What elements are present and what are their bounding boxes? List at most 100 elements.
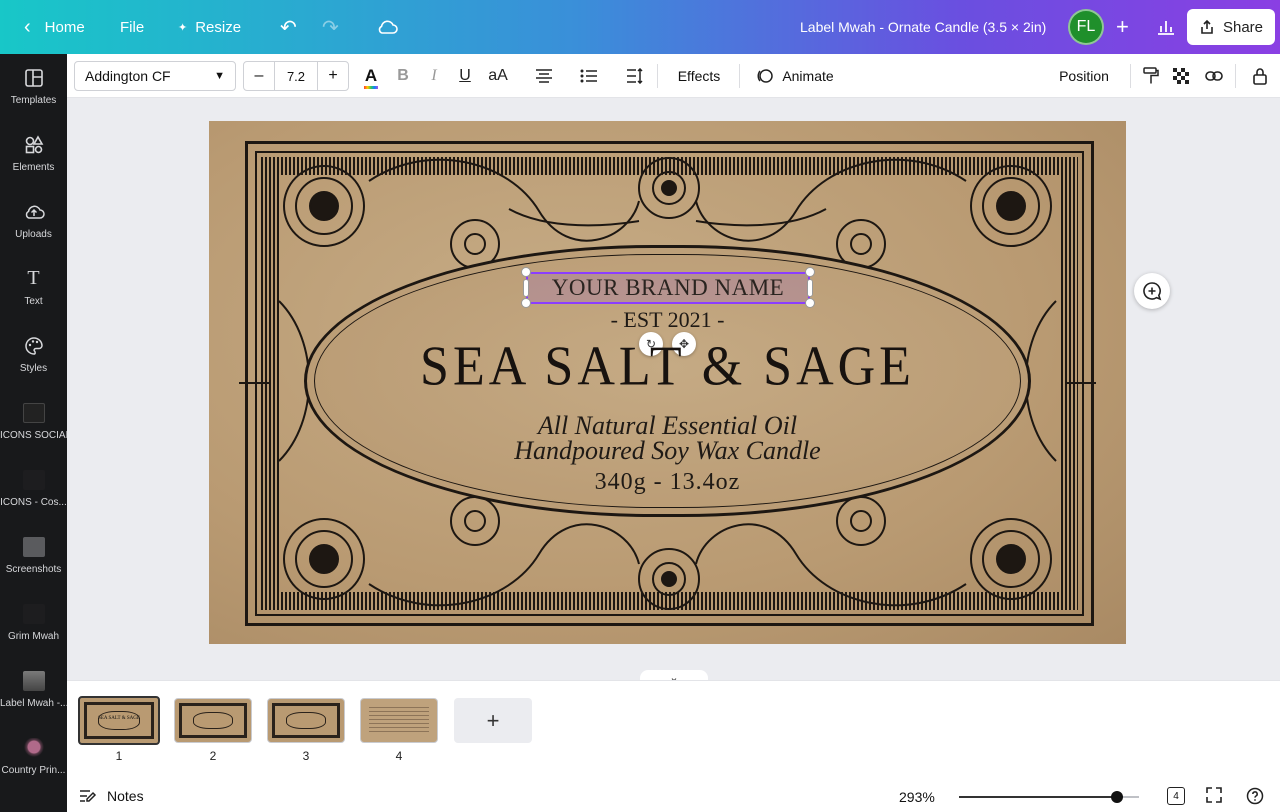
templates-icon: [23, 67, 45, 89]
side-resize-handle[interactable]: [807, 279, 813, 297]
page-thumbnail-1[interactable]: SEA SALT & SAGE: [78, 696, 160, 745]
sidebar-item-elements[interactable]: Elements: [0, 121, 67, 185]
bullet-list-icon: [580, 69, 597, 83]
underline-button[interactable]: U: [456, 61, 474, 91]
sidebar-item-label: Country Prin...: [1, 764, 66, 776]
italic-button[interactable]: I: [425, 61, 443, 91]
help-icon: [1246, 787, 1264, 805]
notes-icon: [80, 790, 97, 802]
sidebar-item-styles[interactable]: Styles: [0, 322, 67, 386]
home-button[interactable]: ‹ Home: [14, 9, 95, 45]
letter-case-icon: aA: [488, 67, 508, 84]
document-title[interactable]: Label Mwah - Ornate Candle (3.5 × 2in): [790, 9, 1056, 45]
link-button[interactable]: [1204, 61, 1224, 91]
share-button[interactable]: Share: [1187, 9, 1275, 45]
text-toolbar: Addington CF ▼ – 7.2 + A B I U aA Effect…: [67, 54, 1280, 98]
description-line-2[interactable]: Handpoured Soy Wax Candle: [209, 436, 1126, 466]
sidebar-item-uploads[interactable]: Uploads: [0, 188, 67, 252]
sidebar-item-label: Grim Mwah: [7, 630, 60, 642]
sidebar-item-country-prin[interactable]: Country Prin...: [0, 724, 67, 788]
folder-thumbnail-icon: [22, 402, 45, 424]
sidebar-item-grim-mwah[interactable]: Grim Mwah: [0, 590, 67, 654]
design-canvas[interactable]: YOUR BRAND NAME - EST 2021 - ↻ ✥ SEA SAL…: [209, 121, 1126, 644]
text-color-button[interactable]: A: [361, 61, 381, 91]
sidebar-item-label: Uploads: [15, 228, 52, 240]
zoom-level[interactable]: 293%: [899, 789, 935, 805]
zoom-slider-fill: [959, 796, 1118, 798]
sidebar-item-label: ICONS SOCIAL: [0, 429, 67, 441]
redo-button[interactable]: ↷: [312, 9, 349, 45]
resize-handle[interactable]: [805, 267, 815, 277]
comment-plus-icon: [1143, 282, 1162, 301]
page-thumbnail-4[interactable]: [360, 698, 438, 743]
page-thumbnail-2[interactable]: [174, 698, 252, 743]
file-menu-button[interactable]: File: [110, 9, 154, 45]
expand-icon: [1206, 787, 1222, 803]
lock-button[interactable]: [1250, 61, 1270, 91]
folder-thumbnail-icon: [22, 603, 45, 625]
page-thumbnail-3[interactable]: [267, 698, 345, 743]
thumbnail-title: SEA SALT & SAGE: [98, 716, 140, 721]
plus-icon: +: [486, 707, 500, 733]
sidebar-item-screenshots[interactable]: Screenshots: [0, 523, 67, 587]
sidebar-item-templates[interactable]: Templates: [0, 54, 67, 118]
effects-button[interactable]: Effects: [671, 61, 727, 91]
weight-text[interactable]: 340g - 13.4oz: [209, 469, 1126, 496]
invite-button[interactable]: +: [1106, 9, 1139, 45]
zoom-slider-handle[interactable]: [1111, 791, 1124, 803]
line-spacing-icon: [627, 68, 643, 84]
undo-button[interactable]: ↶: [270, 9, 307, 45]
left-sidebar: Templates Elements Uploads T Text Styles…: [0, 54, 67, 812]
text-color-icon: A: [363, 66, 379, 89]
product-title-text[interactable]: SEA SALT & SAGE: [209, 335, 1126, 399]
align-button[interactable]: [533, 61, 555, 91]
sidebar-item-text[interactable]: T Text: [0, 255, 67, 319]
font-family-value: Addington CF: [85, 68, 171, 84]
elements-icon: [23, 134, 45, 156]
resize-handle[interactable]: [521, 267, 531, 277]
font-size-input[interactable]: 7.2: [274, 62, 318, 90]
sidebar-item-icons-cos[interactable]: ICONS - Cos...: [0, 456, 67, 520]
copy-style-button[interactable]: [1141, 61, 1161, 91]
folder-thumbnail-icon: [22, 737, 45, 759]
help-button[interactable]: [1246, 787, 1264, 810]
transparency-button[interactable]: [1171, 61, 1191, 91]
notes-label: Notes: [107, 788, 144, 804]
resize-button[interactable]: ✦ Resize: [168, 9, 251, 45]
page-number: 3: [302, 749, 310, 763]
share-icon: [1201, 19, 1213, 34]
page-number: 1: [115, 749, 123, 763]
upload-cloud-icon: [23, 201, 45, 223]
zoom-slider[interactable]: [959, 791, 1139, 803]
italic-icon: I: [431, 67, 437, 84]
sidebar-item-label: ICONS - Cos...: [0, 496, 67, 508]
notes-button[interactable]: Notes: [79, 788, 144, 804]
sidebar-item-icons-social[interactable]: ICONS SOCIAL: [0, 389, 67, 453]
sidebar-item-label-mwah[interactable]: Label Mwah -...: [0, 657, 67, 721]
side-resize-handle[interactable]: [523, 279, 529, 297]
user-avatar[interactable]: FL: [1068, 9, 1104, 45]
top-bar: ‹ Home File ✦ Resize ↶ ↷ Label Mwah - Or…: [0, 0, 1280, 54]
spacing-button[interactable]: [624, 61, 646, 91]
cloud-save-button[interactable]: [366, 9, 408, 45]
font-size-decrease-button[interactable]: –: [244, 62, 274, 90]
add-page-button[interactable]: +: [454, 698, 532, 743]
position-button[interactable]: Position: [1052, 61, 1116, 91]
letter-case-button[interactable]: aA: [486, 61, 510, 91]
font-family-select[interactable]: Addington CF ▼: [74, 61, 236, 91]
paint-roller-icon: [1143, 67, 1159, 84]
fullscreen-button[interactable]: [1206, 787, 1222, 808]
folder-thumbnail-icon: [22, 670, 45, 692]
est-text[interactable]: - EST 2021 -: [209, 307, 1126, 333]
bold-button[interactable]: B: [394, 61, 412, 91]
add-comment-button[interactable]: [1134, 273, 1170, 309]
thumbnail-panel: [193, 712, 233, 729]
cloud-icon: [378, 20, 398, 34]
font-size-increase-button[interactable]: +: [318, 62, 348, 90]
page-count-button[interactable]: 4: [1167, 787, 1185, 805]
insights-button[interactable]: [1146, 9, 1186, 45]
transparency-icon: [1173, 68, 1189, 84]
list-button[interactable]: [578, 61, 600, 91]
page-number: 4: [395, 749, 403, 763]
animate-button[interactable]: Animate: [753, 61, 837, 91]
